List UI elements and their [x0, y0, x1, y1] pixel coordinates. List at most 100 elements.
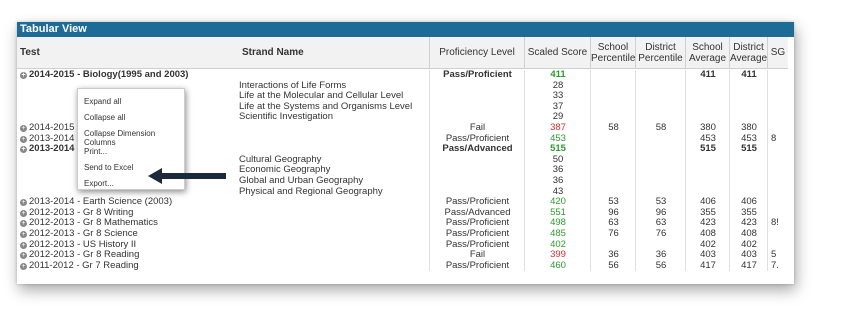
cell-scaled-score: 28	[524, 80, 591, 92]
cell-strand-name-text: Global and Urban Geography	[239, 176, 364, 186]
cell-scaled-score-text: 460	[550, 260, 566, 271]
cell-strand-name	[239, 197, 439, 208]
cell-district-average	[729, 80, 768, 92]
cell-sg	[767, 165, 792, 176]
cell-proficiency-level-text: Pass/Proficient	[445, 218, 510, 229]
cell-school-percentile	[590, 176, 636, 187]
cell-test-text: 2012-2013 - Gr 8 Reading	[29, 250, 140, 261]
cell-strand-name	[239, 261, 439, 272]
cell-district-percentile: 63	[635, 218, 686, 229]
cell-district-percentile-text: 53	[655, 197, 667, 208]
cell-strand-name: Global and Urban Geography	[239, 176, 439, 187]
header-test-label: Test	[20, 47, 40, 58]
cell-scaled-score-text: 453	[550, 133, 566, 144]
cell-strand-name	[239, 134, 439, 145]
header-sg-label: SG	[770, 47, 786, 58]
cell-school-average-text: 417	[700, 260, 716, 271]
cell-district-average-text: 411	[741, 70, 757, 80]
expand-toggle-icon[interactable]: +	[20, 209, 27, 217]
expand-toggle-icon[interactable]: +	[20, 231, 27, 238]
cell-district-percentile: 58	[635, 123, 686, 134]
expand-toggle-icon[interactable]: +	[20, 72, 27, 79]
expand-toggle-icon[interactable]: +	[20, 241, 27, 249]
cell-district-average: 453	[729, 133, 768, 145]
menu-item-send-to-excel[interactable]: Send to Excel	[84, 163, 133, 172]
cell-proficiency-level	[429, 186, 525, 198]
table-row[interactable]: +2012-2013 - Gr 8 Writing Pass/Advanced 55…	[17, 207, 788, 219]
cell-scaled-score: 515	[524, 144, 591, 155]
table-row[interactable]: +2012-2013 - Gr 8 Mathematics Pass/Profic…	[17, 218, 788, 229]
menu-item-print[interactable]: Print...	[84, 147, 107, 156]
menu-item-collapse-all[interactable]: Collapse all	[84, 113, 125, 122]
cell-district-percentile: 36	[635, 250, 686, 261]
cell-proficiency-level: Pass/Advanced	[429, 144, 525, 155]
cell-scaled-score: 33	[524, 91, 591, 102]
cell-sg	[767, 80, 792, 92]
cell-test: +2012-2013 - Gr 8 Writing	[20, 208, 235, 219]
cell-scaled-score-text: 33	[552, 91, 564, 102]
cell-test: +2012-2013 - US History II	[20, 240, 235, 251]
cell-proficiency-level-text: Pass/Advanced	[444, 207, 511, 218]
cell-district-average-text: 515	[741, 144, 757, 155]
cell-test-text: 2011-2012 - Gr 7 Reading	[29, 260, 139, 271]
cell-school-average: 408	[685, 229, 730, 240]
header-scaled-score-label: Scaled Score	[527, 47, 588, 58]
cell-strand-name	[239, 144, 439, 155]
cell-scaled-score-text: 402	[550, 239, 566, 250]
cell-proficiency-level	[429, 176, 525, 187]
expand-toggle-icon[interactable]: +	[20, 262, 27, 270]
expand-toggle-icon[interactable]: +	[20, 135, 27, 143]
cell-school-percentile-text: 63	[608, 218, 619, 229]
table-row[interactable]: +2012-2013 - US History II Pass/Proficien…	[17, 239, 788, 251]
table-row[interactable]: +2012-2013 - Gr 8 Science Pass/Proficient…	[17, 229, 788, 240]
cell-school-average-text: 403	[700, 250, 716, 261]
header-sg[interactable]: SG	[767, 37, 788, 69]
cell-school-percentile	[590, 133, 636, 145]
cell-sg	[767, 70, 792, 81]
cell-scaled-score: 43	[524, 186, 591, 198]
cell-district-average	[729, 154, 768, 166]
menu-item-export[interactable]: Export...	[84, 179, 114, 188]
header-scaled-score[interactable]: Scaled Score	[524, 37, 590, 69]
expand-toggle-icon[interactable]: +	[20, 252, 27, 260]
cell-school-percentile: 53	[590, 197, 636, 208]
header-district-percentile[interactable]: District Percentile	[635, 37, 685, 69]
header-school-average[interactable]: School Average	[685, 37, 729, 69]
header-test[interactable]: Test	[17, 37, 239, 69]
cell-scaled-score-text: 43	[552, 186, 564, 197]
cell-district-average: 355	[729, 207, 768, 219]
expand-toggle-icon[interactable]: +	[20, 220, 27, 228]
header-strand-label: Strand Name	[242, 47, 304, 58]
header-district-average[interactable]: District Average	[729, 37, 767, 69]
table-row[interactable]: +2012-2013 - Gr 8 Reading Fail 399 36 36 403 4…	[17, 250, 788, 261]
cell-sg	[767, 186, 792, 198]
cell-sg-text: 8	[771, 133, 777, 144]
cell-district-average: 515	[729, 144, 768, 155]
cell-test: +2012-2013 - Gr 8 Mathematics	[20, 218, 235, 229]
cell-strand-name: Scientific Investigation	[239, 112, 439, 123]
cell-school-average	[685, 80, 730, 92]
header-school-average-label: School Average	[688, 41, 727, 64]
cell-strand-name	[239, 218, 439, 229]
menu-item-expand-all[interactable]: Expand all	[84, 97, 121, 106]
cell-district-percentile	[635, 186, 686, 198]
cell-strand-name: Physical and Regional Geography	[239, 187, 439, 198]
cell-sg-text: 7.	[771, 260, 779, 271]
cell-strand-name	[239, 123, 439, 134]
header-strand-name[interactable]: Strand Name	[239, 37, 429, 69]
cell-proficiency-level-text: Pass/Proficient	[445, 239, 510, 250]
table-row[interactable]: +2013-2014 - Earth Science (2003) Pass/Pr…	[17, 197, 788, 208]
expand-toggle-icon[interactable]: +	[20, 199, 27, 207]
expand-toggle-icon[interactable]: +	[20, 146, 27, 154]
table-row[interactable]: +2011-2012 - Gr 7 Reading Pass/Proficient…	[17, 260, 788, 272]
cell-proficiency-level	[429, 101, 525, 113]
cell-sg	[767, 112, 792, 123]
cell-proficiency-level: Pass/Proficient	[429, 260, 525, 272]
header-school-percentile[interactable]: School Percentile	[590, 37, 635, 69]
cell-test-text: 2013-2014 -	[29, 133, 81, 144]
expand-toggle-icon[interactable]: +	[20, 125, 27, 132]
menu-item-collapse-dimension-columns[interactable]: Collapse Dimension Columns	[84, 129, 184, 147]
header-proficiency-level[interactable]: Proficiency Level	[429, 37, 524, 69]
table-row[interactable]: +2014-2015 - Biology(1995 and 2003) Pass/…	[17, 70, 788, 81]
cell-scaled-score-text: 485	[550, 229, 566, 239]
